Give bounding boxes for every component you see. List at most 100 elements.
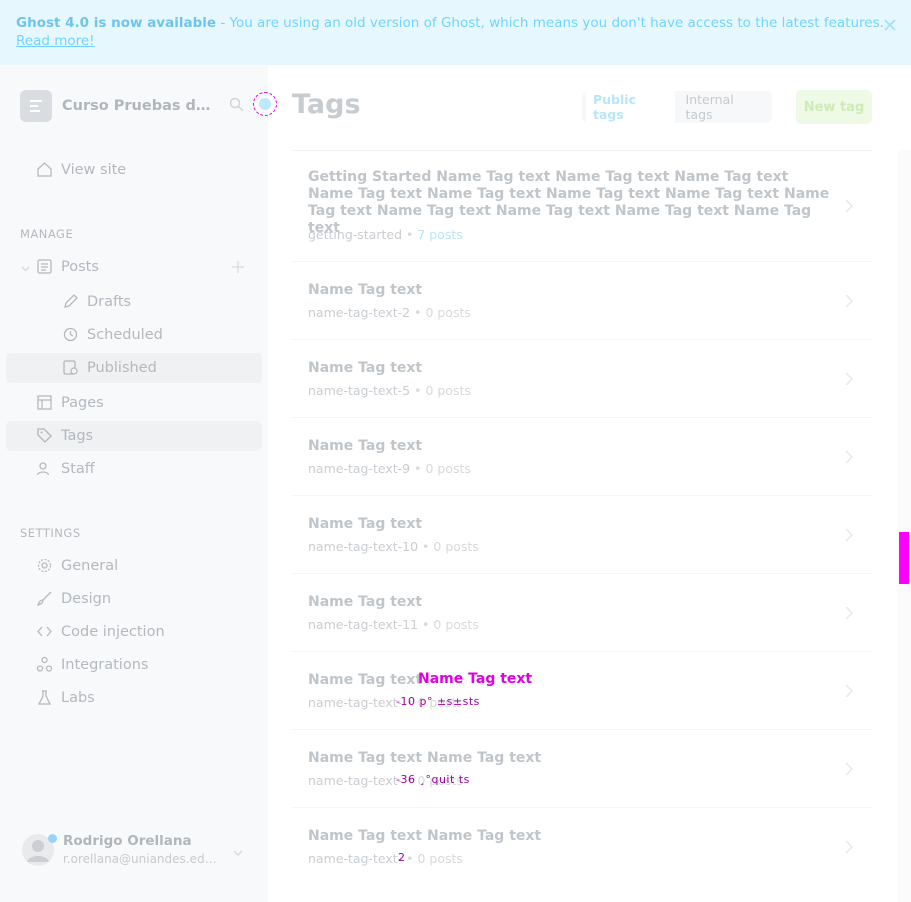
scrollbar-thumb[interactable] xyxy=(899,532,909,584)
posts-icon xyxy=(37,259,52,274)
tag-name: Name Tag text xyxy=(308,282,423,298)
tab-internal-tags[interactable]: Internal tags xyxy=(679,87,768,127)
user-name: Rodrigo Orellana xyxy=(63,833,192,849)
tag-row[interactable]: Name Tag text name-tag-text-11 • 0 posts xyxy=(292,574,872,652)
tab-public-tags[interactable]: Public tags xyxy=(586,87,675,127)
sidebar-item-staff[interactable]: Staff xyxy=(36,460,95,477)
tag-row[interactable]: Name Tag text name-tag-text- • 0 posts xyxy=(292,652,872,730)
tag-meta: name-tag-text-2 • 0 posts xyxy=(308,305,471,320)
add-post-icon[interactable] xyxy=(231,260,245,274)
tag-meta: name-tag-text-11 • 0 posts xyxy=(308,617,479,632)
tag-post-count: 0 posts xyxy=(417,851,463,866)
sidebar-item-label: Labs xyxy=(61,689,95,706)
code-icon xyxy=(37,626,52,637)
sidebar-item-drafts[interactable]: Drafts xyxy=(62,293,131,310)
chevron-right-icon xyxy=(845,199,854,213)
banner-text: - You are using an old version of Ghost,… xyxy=(216,15,884,31)
pencil-icon xyxy=(64,294,78,308)
sidebar-item-posts[interactable]: Posts xyxy=(36,258,99,275)
chevron-right-icon xyxy=(845,684,854,698)
brand-logo xyxy=(20,90,52,122)
separator-dot: • xyxy=(418,617,434,632)
chevron-right-icon xyxy=(845,294,854,308)
search-icon[interactable] xyxy=(229,97,244,112)
tag-name: Name Tag text Name Tag text xyxy=(308,750,542,766)
status-dot xyxy=(48,833,57,843)
scrollbar-track[interactable] xyxy=(898,150,911,902)
tag-row[interactable]: Name Tag text name-tag-text-10 • 0 posts xyxy=(292,496,872,574)
tag-name: Name Tag text xyxy=(308,360,423,376)
chevron-right-icon xyxy=(845,606,854,620)
spinner-core xyxy=(259,98,271,110)
sidebar-item-tags[interactable]: Tags xyxy=(36,427,93,444)
new-tag-button[interactable]: New tag xyxy=(796,90,872,124)
sidebar-item-label: Pages xyxy=(61,394,104,411)
sidebar-item-pages[interactable]: Pages xyxy=(36,394,104,411)
tag-row[interactable]: Getting Started Name Tag text Name Tag t… xyxy=(292,151,872,262)
tag-post-count: 0 posts xyxy=(425,461,471,476)
tag-name: Name Tag text xyxy=(308,438,423,454)
user-email: r.orellana@uniandes.edu.co xyxy=(63,852,223,866)
sidebar-item-code-injection[interactable]: Code injection xyxy=(36,623,165,640)
sidebar-item-label: Code injection xyxy=(61,623,165,640)
sidebar-item-general[interactable]: General xyxy=(36,557,118,574)
tag-post-count: 0 posts xyxy=(425,305,471,320)
brush-icon xyxy=(36,591,52,607)
overlay-post-count: 2 xyxy=(398,851,406,864)
tag-slug: name-tag-text-10 xyxy=(308,539,419,554)
sidebar-item-scheduled[interactable]: Scheduled xyxy=(62,326,163,343)
user-info: Rodrigo Orellana r.orellana@uniandes.edu… xyxy=(63,833,223,866)
tag-row[interactable]: Name Tag text Name Tag text name-tag-tex… xyxy=(292,730,872,808)
tag-row[interactable]: Name Tag text name-tag-text-9 • 0 posts xyxy=(292,418,872,496)
separator-dot: • xyxy=(410,461,426,476)
sidebar-item-label: Integrations xyxy=(61,656,149,673)
sidebar-item-integrations[interactable]: Integrations xyxy=(36,656,148,673)
tag-slug: name-tag-text- xyxy=(308,773,403,788)
overlay-post-count: -10 p° ±s±sts xyxy=(396,695,480,708)
separator-dot: • xyxy=(410,305,426,320)
chevron-down-icon[interactable] xyxy=(232,847,244,859)
tag-name: Name Tag text Name Tag text xyxy=(308,828,542,844)
brand[interactable]: Curso Pruebas de Software xyxy=(20,90,212,122)
tag-row[interactable]: Name Tag text Name Tag text name-tag-tex… xyxy=(292,808,872,902)
tag-slug: name-tag-text-5 xyxy=(308,383,411,398)
sidebar-item-label: General xyxy=(61,557,119,574)
avatar xyxy=(22,833,57,866)
tag-row[interactable]: Name Tag text name-tag-text-2 • 0 posts xyxy=(292,262,872,340)
tag-post-count: 0 posts xyxy=(433,539,479,554)
sidebar-item-label: Drafts xyxy=(87,293,132,310)
sidebar-item-label: Posts xyxy=(61,258,99,275)
sidebar-item-labs[interactable]: Labs xyxy=(36,689,95,706)
tag-slug: getting-started xyxy=(308,227,403,242)
tag-name: Name Tag text xyxy=(308,594,423,610)
tag-post-count[interactable]: 7 posts xyxy=(417,227,462,242)
update-banner: Ghost 4.0 is now available - You are usi… xyxy=(0,0,911,65)
sidebar-item-published[interactable]: Published xyxy=(62,359,157,376)
overlay-post-count: -36 ¸°quit ts xyxy=(396,773,470,786)
chevron-right-icon xyxy=(845,528,854,542)
clock-icon xyxy=(63,327,78,342)
tag-slug: name-tag-text- xyxy=(308,695,403,710)
tag-slug: name-tag-text- xyxy=(308,851,403,866)
sidebar-item-design[interactable]: Design xyxy=(36,590,111,607)
tag-post-count: 0 posts xyxy=(433,617,479,632)
sidebar-item-label: Tags xyxy=(61,427,94,444)
published-icon xyxy=(63,360,78,375)
separator-dot: • xyxy=(418,539,434,554)
sidebar-item-label: Scheduled xyxy=(87,326,163,343)
ghost-logo-icon xyxy=(30,100,42,112)
settings-section-label: SETTINGS xyxy=(20,526,81,540)
read-more-link[interactable]: Read more! xyxy=(16,32,95,50)
chevron-right-icon xyxy=(845,450,854,464)
user-menu[interactable]: Rodrigo Orellana r.orellana@uniandes.edu… xyxy=(22,833,223,866)
sidebar-item-view-site[interactable]: View site xyxy=(36,161,126,178)
tag-row[interactable]: Name Tag text name-tag-text-5 • 0 posts xyxy=(292,340,872,418)
tag-slug: name-tag-text-9 xyxy=(308,461,411,476)
sidebar: Curso Pruebas de Software View site MANA… xyxy=(0,65,277,902)
close-icon[interactable] xyxy=(883,18,897,32)
staff-icon xyxy=(36,462,50,476)
flask-icon xyxy=(37,690,52,705)
tag-meta: name-tag-text-9 • 0 posts xyxy=(308,461,471,476)
tag-meta: getting-started • 7 posts xyxy=(308,227,463,242)
chevron-down-icon[interactable] xyxy=(21,264,30,273)
